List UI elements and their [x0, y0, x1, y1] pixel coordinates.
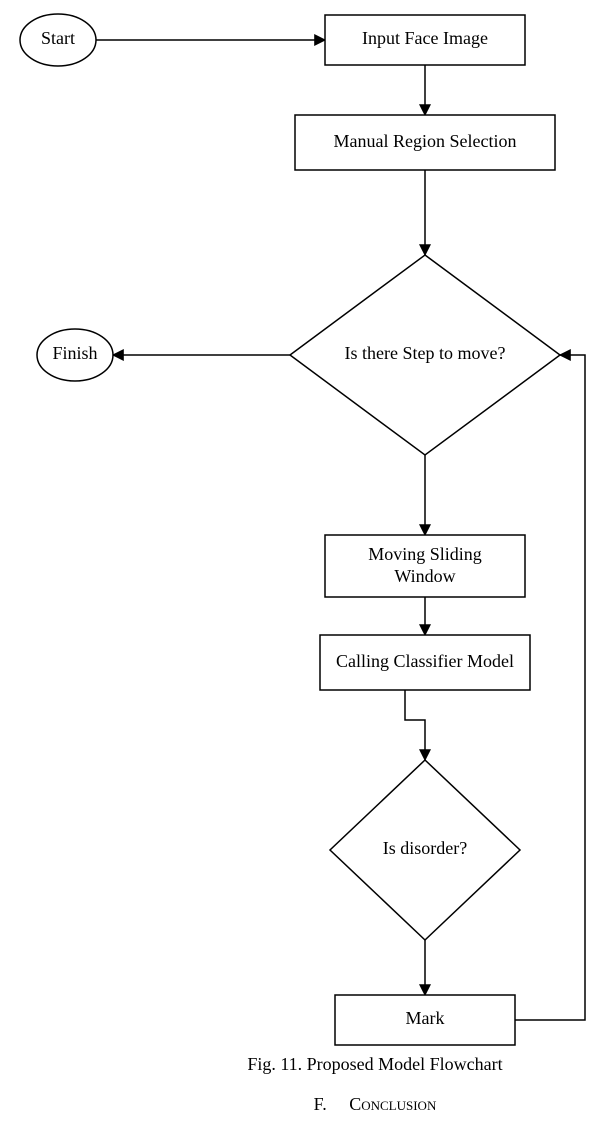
sliding-label-2: Window [394, 566, 455, 586]
figure-caption: Fig. 11. Proposed Model Flowchart [247, 1054, 502, 1074]
edge-classifier-disorder [405, 690, 425, 760]
section-title: Conclusion [349, 1094, 437, 1114]
mark-label: Mark [406, 1008, 445, 1028]
manual-label: Manual Region Selection [334, 131, 517, 151]
section-heading: F. Conclusion [314, 1094, 437, 1114]
sliding-label-1: Moving Sliding [368, 544, 482, 564]
section-letter: F. [314, 1094, 327, 1114]
decision-step-label: Is there Step to move? [345, 343, 506, 363]
start-label: Start [41, 28, 75, 48]
classifier-label: Calling Classifier Model [336, 651, 514, 671]
finish-label: Finish [52, 343, 97, 363]
decision-disorder-label: Is disorder? [383, 838, 467, 858]
flowchart: Start Input Face Image Manual Region Sel… [0, 0, 608, 1140]
input-label: Input Face Image [362, 28, 488, 48]
